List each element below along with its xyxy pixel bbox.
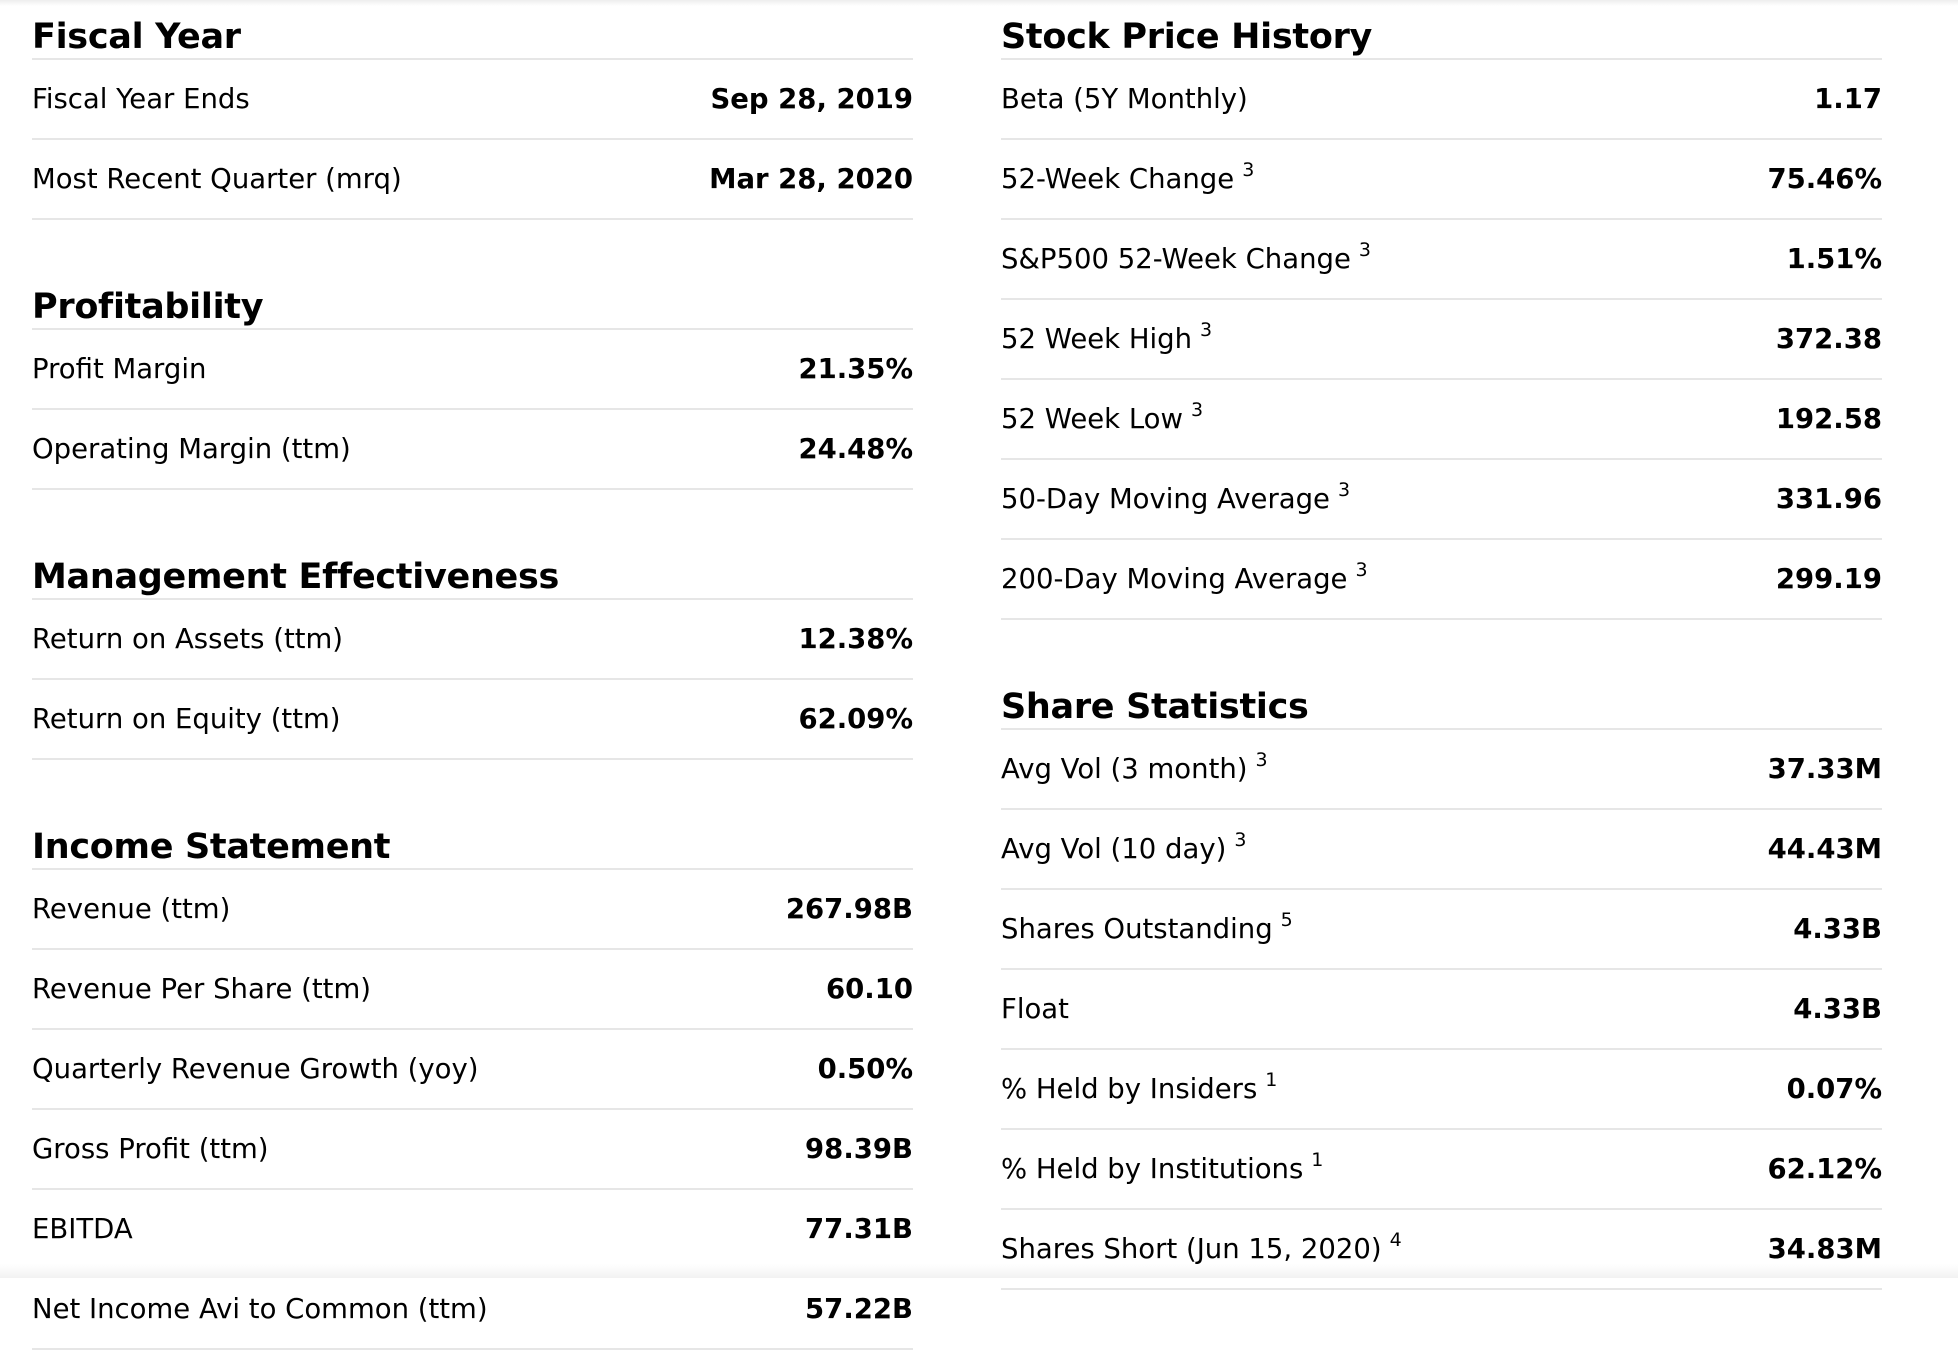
row-value: 372.38 <box>1775 323 1882 355</box>
row-value: 1.17 <box>1814 83 1882 115</box>
footnote-marker: 1 <box>1265 1069 1278 1091</box>
row-label: S&P500 52-Week Change 3 <box>1001 239 1371 276</box>
row-value: Mar 28, 2020 <box>709 163 913 195</box>
row-label: Shares Outstanding 5 <box>1001 909 1293 946</box>
row-value: 98.39B <box>805 1133 913 1165</box>
table-row: 50-Day Moving Average 3 331.96 <box>1001 460 1882 540</box>
row-value: 0.50% <box>817 1053 913 1085</box>
row-label: Avg Vol (3 month) 3 <box>1001 749 1268 786</box>
row-value: 77.31B <box>805 1213 913 1245</box>
row-label: Gross Profit (ttm) <box>32 1133 269 1165</box>
footnote-marker: 3 <box>1200 319 1213 341</box>
table-row: % Held by Insiders 1 0.07% <box>1001 1050 1882 1130</box>
row-value: 1.51% <box>1786 243 1882 275</box>
table-row: Profit Margin 21.35% <box>32 330 913 410</box>
row-value: 331.96 <box>1775 483 1882 515</box>
row-value: 57.22B <box>805 1293 913 1325</box>
row-value: 267.98B <box>785 893 913 925</box>
footnote-marker: 3 <box>1355 559 1368 581</box>
row-label: Revenue Per Share (ttm) <box>32 973 371 1005</box>
footnote-marker: 3 <box>1234 829 1247 851</box>
row-label: Revenue (ttm) <box>32 893 231 925</box>
row-label: Return on Assets (ttm) <box>32 623 344 655</box>
table-row: Fiscal Year Ends Sep 28, 2019 <box>32 60 913 140</box>
row-label: Most Recent Quarter (mrq) <box>32 163 402 195</box>
row-label: Fiscal Year Ends <box>32 83 250 115</box>
table-row: Return on Equity (ttm) 62.09% <box>32 680 913 760</box>
row-value: 192.58 <box>1775 403 1882 435</box>
row-value: 62.09% <box>798 703 913 735</box>
row-label: EBITDA <box>32 1213 133 1245</box>
table-row: Shares Outstanding 5 4.33B <box>1001 890 1882 970</box>
table-row: 52 Week High 3 372.38 <box>1001 300 1882 380</box>
row-label: Float <box>1001 993 1069 1025</box>
table-row: Return on Assets (ttm) 12.38% <box>32 600 913 680</box>
table-row: Most Recent Quarter (mrq) Mar 28, 2020 <box>32 140 913 220</box>
table-row: Avg Vol (10 day) 3 44.43M <box>1001 810 1882 890</box>
table-row: % Held by Institutions 1 62.12% <box>1001 1130 1882 1210</box>
section-title-share-statistics: Share Statistics <box>1001 670 1882 730</box>
row-value: 21.35% <box>798 353 913 385</box>
table-row: Beta (5Y Monthly) 1.17 <box>1001 60 1882 140</box>
table-row: Revenue Per Share (ttm) 60.10 <box>32 950 913 1030</box>
section-title-management-effectiveness: Management Effectiveness <box>32 540 913 600</box>
row-label: Operating Margin (ttm) <box>32 433 351 465</box>
row-value: 34.83M <box>1767 1233 1882 1265</box>
bottom-shadow <box>0 1264 1958 1278</box>
footnote-marker: 3 <box>1190 399 1204 421</box>
section-title-stock-price-history: Stock Price History <box>1001 0 1882 60</box>
table-row: 52-Week Change 3 75.46% <box>1001 140 1882 220</box>
table-row: 52 Week Low 3 192.58 <box>1001 380 1882 460</box>
row-value: 4.33B <box>1793 913 1882 945</box>
row-label: Quarterly Revenue Growth (yoy) <box>32 1053 479 1085</box>
footnote-marker: 3 <box>1337 479 1351 501</box>
row-label: % Held by Institutions 1 <box>1001 1149 1324 1186</box>
section-title-profitability: Profitability <box>32 270 913 330</box>
table-row: Quarterly Revenue Growth (yoy) 0.50% <box>32 1030 913 1110</box>
row-label: Return on Equity (ttm) <box>32 703 341 735</box>
footnote-marker: 1 <box>1311 1149 1324 1171</box>
left-column: Fiscal Year Fiscal Year Ends Sep 28, 201… <box>32 0 913 1350</box>
row-value: 75.46% <box>1767 163 1882 195</box>
row-label: 52 Week Low 3 <box>1001 399 1204 436</box>
row-label: Beta (5Y Monthly) <box>1001 83 1248 115</box>
row-value: 0.07% <box>1786 1073 1882 1105</box>
row-label: Profit Margin <box>32 353 207 385</box>
row-value: 12.38% <box>798 623 913 655</box>
row-value: 24.48% <box>798 433 913 465</box>
table-row: Avg Vol (3 month) 3 37.33M <box>1001 730 1882 810</box>
row-value: 44.43M <box>1767 833 1882 865</box>
section-title-income-statement: Income Statement <box>32 810 913 870</box>
row-label: Avg Vol (10 day) 3 <box>1001 829 1247 866</box>
table-row: Operating Margin (ttm) 24.48% <box>32 410 913 490</box>
row-label: % Held by Insiders 1 <box>1001 1069 1278 1106</box>
table-row: S&P500 52-Week Change 3 1.51% <box>1001 220 1882 300</box>
table-row: Float 4.33B <box>1001 970 1882 1050</box>
row-value: 299.19 <box>1775 563 1882 595</box>
row-value: 62.12% <box>1767 1153 1882 1185</box>
table-row: 200-Day Moving Average 3 299.19 <box>1001 540 1882 620</box>
row-value: 37.33M <box>1767 753 1882 785</box>
row-label: Net Income Avi to Common (ttm) <box>32 1293 488 1325</box>
footnote-marker: 5 <box>1280 909 1293 931</box>
section-title-fiscal-year: Fiscal Year <box>32 0 913 60</box>
footnote-marker: 3 <box>1255 749 1268 771</box>
row-label: Shares Short (Jun 15, 2020) 4 <box>1001 1229 1402 1266</box>
row-label: 200-Day Moving Average 3 <box>1001 559 1368 596</box>
table-row: EBITDA 77.31B <box>32 1190 913 1270</box>
row-value: Sep 28, 2019 <box>710 83 913 115</box>
footnote-marker: 3 <box>1242 159 1255 181</box>
footnote-marker: 4 <box>1389 1229 1402 1251</box>
row-label: 52-Week Change 3 <box>1001 159 1255 196</box>
table-row: Net Income Avi to Common (ttm) 57.22B <box>32 1270 913 1350</box>
table-row: Shares Short (Jun 15, 2020) 4 34.83M <box>1001 1210 1882 1290</box>
right-column: Stock Price History Beta (5Y Monthly) 1.… <box>1001 0 1882 1290</box>
row-value: 4.33B <box>1793 993 1882 1025</box>
row-label: 52 Week High 3 <box>1001 319 1213 356</box>
footnote-marker: 3 <box>1358 239 1371 261</box>
table-row: Revenue (ttm) 267.98B <box>32 870 913 950</box>
table-row: Gross Profit (ttm) 98.39B <box>32 1110 913 1190</box>
row-value: 60.10 <box>826 973 913 1005</box>
row-label: 50-Day Moving Average 3 <box>1001 479 1351 516</box>
